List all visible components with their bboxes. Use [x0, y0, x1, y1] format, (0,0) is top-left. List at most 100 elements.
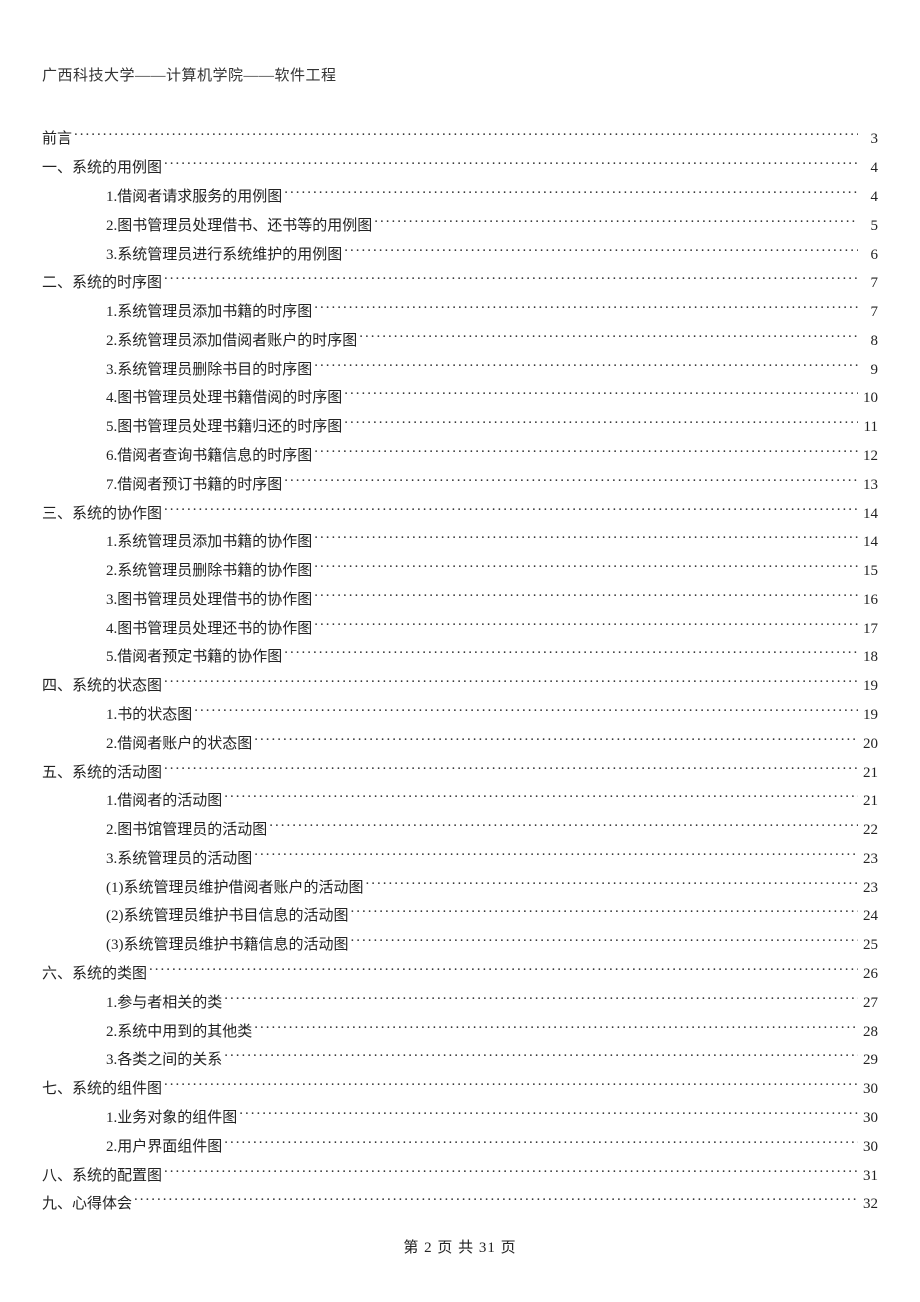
toc-entry-title: 三、系统的协作图 — [42, 502, 162, 526]
toc-entry-title: 1.参与者相关的类 — [106, 991, 222, 1015]
toc-leader-dots — [74, 128, 858, 143]
toc-entry-title: 1.系统管理员添加书籍的协作图 — [106, 530, 312, 554]
toc-entry-page: 4 — [860, 185, 878, 209]
toc-entry[interactable]: 七、系统的组件图30 — [42, 1075, 878, 1104]
toc-entry-title: 1.系统管理员添加书籍的时序图 — [106, 300, 312, 324]
toc-entry-title: 3.系统管理员的活动图 — [106, 847, 252, 871]
toc-entry-title: 前言 — [42, 127, 72, 151]
toc-leader-dots — [164, 272, 858, 287]
toc-entry[interactable]: 四、系统的状态图19 — [42, 672, 878, 701]
toc-entry[interactable]: 一、系统的用例图4 — [42, 154, 878, 183]
toc-entry[interactable]: (2)系统管理员维护书目信息的活动图24 — [42, 902, 878, 931]
toc-entry[interactable]: 3.系统管理员进行系统维护的用例图6 — [42, 240, 878, 269]
toc-entry[interactable]: 3.系统管理员的活动图23 — [42, 845, 878, 874]
toc-entry-title: 四、系统的状态图 — [42, 674, 162, 698]
toc-entry[interactable]: (1)系统管理员维护借阅者账户的活动图 23 — [42, 873, 878, 902]
toc-entry[interactable]: 八、系统的配置图31 — [42, 1161, 878, 1190]
toc-entry-page: 8 — [860, 329, 878, 353]
toc-entry-title: (1)系统管理员维护借阅者账户的活动图 — [106, 876, 364, 900]
toc-leader-dots — [224, 790, 858, 805]
toc-entry-title: 6.借阅者查询书籍信息的时序图 — [106, 444, 312, 468]
toc-entry-page: 7 — [860, 271, 878, 295]
toc-entry-title: 2.借阅者账户的状态图 — [106, 732, 252, 756]
toc-entry-title: 2.用户界面组件图 — [106, 1135, 222, 1159]
toc-entry-page: 27 — [860, 991, 878, 1015]
toc-leader-dots — [164, 157, 858, 172]
toc-entry[interactable]: 九、心得体会32 — [42, 1190, 878, 1219]
toc-entry[interactable]: 4.图书管理员处理还书的协作图 17 — [42, 614, 878, 643]
toc-entry-page: 6 — [860, 243, 878, 267]
toc-entry-page: 18 — [860, 645, 878, 669]
toc-entry-title: 3.图书管理员处理借书的协作图 — [106, 588, 312, 612]
toc-entry[interactable]: 2.系统管理员删除书籍的协作图15 — [42, 557, 878, 586]
toc-entry[interactable]: 2.系统管理员添加借阅者账户的时序图8 — [42, 326, 878, 355]
toc-entry[interactable]: 二、系统的时序图 7 — [42, 269, 878, 298]
toc-leader-dots — [134, 1193, 858, 1208]
toc-entry-title: 5.图书管理员处理书籍归还的时序图 — [106, 415, 342, 439]
toc-entry[interactable]: 7.借阅者预订书籍的时序图13 — [42, 470, 878, 499]
toc-entry-title: 九、心得体会 — [42, 1192, 132, 1216]
toc-entry[interactable]: 1.业务对象的组件图30 — [42, 1104, 878, 1133]
toc-entry[interactable]: (3)系统管理员维护书籍信息的活动图25 — [42, 931, 878, 960]
toc-entry-title: 4.图书管理员处理还书的协作图 — [106, 617, 312, 641]
toc-entry[interactable]: 3.各类之间的关系29 — [42, 1046, 878, 1075]
toc-entry[interactable]: 2.系统中用到的其他类28 — [42, 1017, 878, 1046]
toc-entry-page: 22 — [860, 818, 878, 842]
toc-leader-dots — [164, 762, 858, 777]
toc-entry[interactable]: 3.系统管理员删除书目的时序图9 — [42, 355, 878, 384]
toc-entry-page: 15 — [860, 559, 878, 583]
toc-entry[interactable]: 五、系统的活动图21 — [42, 758, 878, 787]
toc-entry[interactable]: 5.图书管理员处理书籍归还的时序图11 — [42, 413, 878, 442]
toc-leader-dots — [374, 215, 858, 230]
toc-entry[interactable]: 2.用户界面组件图30 — [42, 1132, 878, 1161]
toc-entry-page: 12 — [860, 444, 878, 468]
toc-entry[interactable]: 1.书的状态图19 — [42, 701, 878, 730]
toc-leader-dots — [351, 934, 859, 949]
toc-entry[interactable]: 1.参与者相关的类 27 — [42, 988, 878, 1017]
toc-entry-title: 1.借阅者请求服务的用例图 — [106, 185, 282, 209]
toc-entry[interactable]: 5.借阅者预定书籍的协作图 18 — [42, 643, 878, 672]
toc-leader-dots — [284, 186, 858, 201]
toc-entry[interactable]: 前言3 — [42, 125, 878, 154]
toc-entry-title: 二、系统的时序图 — [42, 271, 162, 295]
toc-entry[interactable]: 三、系统的协作图14 — [42, 499, 878, 528]
toc-entry[interactable]: 1.系统管理员添加书籍的时序图7 — [42, 298, 878, 327]
toc-leader-dots — [314, 589, 858, 604]
toc-entry-title: 3.各类之间的关系 — [106, 1048, 222, 1072]
toc-entry-title: 八、系统的配置图 — [42, 1164, 162, 1188]
toc-entry-title: 六、系统的类图 — [42, 962, 147, 986]
toc-entry-title: 1.借阅者的活动图 — [106, 789, 222, 813]
toc-entry[interactable]: 六、系统的类图 26 — [42, 960, 878, 989]
toc-entry-page: 17 — [860, 617, 878, 641]
toc-entry[interactable]: 6.借阅者查询书籍信息的时序图 12 — [42, 442, 878, 471]
toc-entry-title: 一、系统的用例图 — [42, 156, 162, 180]
toc-entry-page: 14 — [860, 530, 878, 554]
toc-entry-page: 23 — [860, 876, 878, 900]
toc-entry-page: 26 — [860, 962, 878, 986]
toc-entry[interactable]: 2.图书馆管理员的活动图22 — [42, 816, 878, 845]
toc-leader-dots — [314, 560, 858, 575]
toc-entry[interactable]: 2.图书管理员处理借书、还书等的用例图5 — [42, 211, 878, 240]
page-footer: 第 2 页 共 31 页 — [0, 1236, 920, 1257]
toc-leader-dots — [239, 1107, 858, 1122]
toc-entry-title: 5.借阅者预定书籍的协作图 — [106, 645, 282, 669]
toc-entry[interactable]: 1.系统管理员添加书籍的协作图 14 — [42, 528, 878, 557]
toc-entry-page: 24 — [860, 904, 878, 928]
toc-entry-page: 25 — [860, 933, 878, 957]
toc-leader-dots — [164, 1165, 858, 1180]
toc-entry-page: 19 — [860, 703, 878, 727]
toc-leader-dots — [224, 992, 858, 1007]
toc-entry[interactable]: 1.借阅者的活动图21 — [42, 787, 878, 816]
toc-leader-dots — [254, 848, 858, 863]
toc-entry[interactable]: 1.借阅者请求服务的用例图 4 — [42, 183, 878, 212]
toc-entry-page: 10 — [860, 386, 878, 410]
toc-entry[interactable]: 3.图书管理员处理借书的协作图16 — [42, 586, 878, 615]
toc-leader-dots — [164, 503, 858, 518]
toc-entry[interactable]: 4.图书管理员处理书籍借阅的时序图10 — [42, 384, 878, 413]
toc-entry-page: 9 — [860, 358, 878, 382]
toc-entry[interactable]: 2.借阅者账户的状态图20 — [42, 729, 878, 758]
toc-leader-dots — [164, 1078, 858, 1093]
toc-leader-dots — [269, 819, 858, 834]
toc-entry-title: 五、系统的活动图 — [42, 761, 162, 785]
toc-leader-dots — [164, 675, 858, 690]
